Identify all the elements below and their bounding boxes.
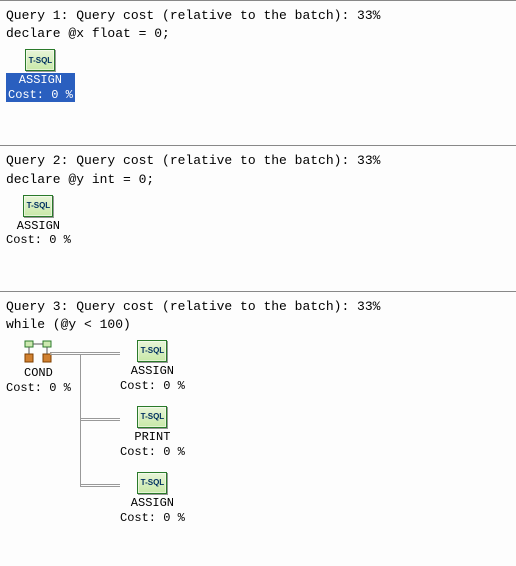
plan-area[interactable]: T-SQL ASSIGN Cost: 0 % — [0, 49, 516, 135]
query-block-2: Query 2: Query cost (relative to the bat… — [0, 145, 516, 290]
op-assign-2[interactable]: T-SQL ASSIGN Cost: 0 % — [120, 472, 185, 525]
op-label: ASSIGN — [120, 496, 185, 510]
tsql-icon: T-SQL — [137, 340, 167, 362]
op-cost: Cost: 0 % — [120, 511, 185, 525]
op-assign-1[interactable]: T-SQL ASSIGN Cost: 0 % — [120, 340, 185, 393]
plan-area[interactable]: COND Cost: 0 % T-SQL ASSIGN Cost: 0 % T-… — [0, 340, 516, 556]
query-block-1: Query 1: Query cost (relative to the bat… — [0, 0, 516, 145]
op-cost: Cost: 0 % — [6, 233, 71, 247]
op-label: COND — [6, 366, 71, 380]
op-label: ASSIGN — [6, 219, 71, 233]
query-header: Query 2: Query cost (relative to the bat… — [0, 150, 516, 170]
query-block-3: Query 3: Query cost (relative to the bat… — [0, 291, 516, 566]
op-cond[interactable]: COND Cost: 0 % — [6, 340, 71, 395]
op-cost: Cost: 0 % — [120, 379, 185, 393]
connector — [80, 420, 120, 421]
op-cost: Cost: 0 % — [6, 381, 71, 395]
connector — [50, 354, 120, 355]
query-sql: declare @x float = 0; — [0, 25, 516, 49]
op-cost: Cost: 0 % — [6, 88, 75, 102]
tsql-icon: T-SQL — [25, 49, 55, 71]
query-header: Query 3: Query cost (relative to the bat… — [0, 296, 516, 316]
op-label: PRINT — [120, 430, 185, 444]
tsql-icon: T-SQL — [137, 406, 167, 428]
tsql-icon: T-SQL — [23, 195, 53, 217]
op-cost: Cost: 0 % — [120, 445, 185, 459]
tsql-icon: T-SQL — [137, 472, 167, 494]
op-assign[interactable]: T-SQL ASSIGN Cost: 0 % — [6, 49, 75, 102]
op-label: ASSIGN — [6, 73, 75, 87]
op-assign[interactable]: T-SQL ASSIGN Cost: 0 % — [6, 195, 71, 248]
query-header: Query 1: Query cost (relative to the bat… — [0, 5, 516, 25]
op-label: ASSIGN — [120, 364, 185, 378]
plan-area[interactable]: T-SQL ASSIGN Cost: 0 % — [0, 195, 516, 281]
query-sql: while (@y < 100) — [0, 316, 516, 340]
op-print[interactable]: T-SQL PRINT Cost: 0 % — [120, 406, 185, 459]
query-sql: declare @y int = 0; — [0, 171, 516, 195]
connector — [80, 486, 120, 487]
